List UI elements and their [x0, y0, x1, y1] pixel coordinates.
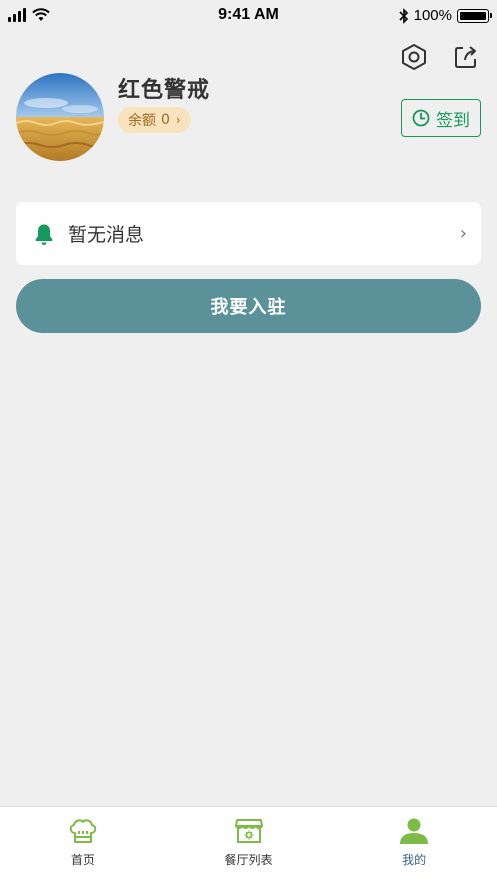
tab-mine[interactable]: 我的 [331, 807, 497, 883]
tab-bar: 首页 餐厅列表 我的 [0, 806, 497, 883]
tab-home-label: 首页 [70, 853, 95, 867]
wheat-field-avatar[interactable] [16, 73, 104, 161]
chef-hat-icon [69, 819, 97, 843]
chevron-right-icon: › [459, 223, 467, 244]
message-text: 暂无消息 [68, 224, 145, 246]
clock-icon [412, 109, 430, 127]
bluetooth-icon [399, 7, 408, 24]
balance-pill[interactable]: 余额 0 › [118, 107, 191, 133]
user-icon [400, 818, 429, 844]
message-card[interactable]: 暂无消息 › [16, 202, 481, 265]
status-bar: 9:41 AM 100% [0, 0, 497, 32]
battery-icon [457, 8, 492, 23]
join-button[interactable]: 我要入驻 [16, 279, 481, 333]
checkin-button[interactable]: 签到 [401, 99, 481, 137]
checkin-label: 签到 [436, 110, 470, 131]
chevron-right-icon: › [175, 113, 181, 127]
settings-hexagon-icon[interactable] [399, 42, 429, 72]
tab-mine-label: 我的 [402, 853, 427, 867]
tab-restaurants[interactable]: 餐厅列表 [166, 807, 332, 883]
tab-restaurants-label: 餐厅列表 [224, 853, 273, 867]
user-name: 红色警戒 [118, 78, 211, 103]
header-icons [399, 42, 481, 72]
status-right: 100% [399, 7, 492, 24]
tab-home[interactable]: 首页 [0, 807, 166, 883]
balance-label: 余额 [128, 113, 156, 129]
balance-value: 0 [161, 112, 170, 128]
battery-percent: 100% [413, 7, 452, 24]
share-icon[interactable] [451, 42, 481, 72]
bell-icon [35, 224, 53, 245]
storefront-icon [234, 819, 263, 843]
